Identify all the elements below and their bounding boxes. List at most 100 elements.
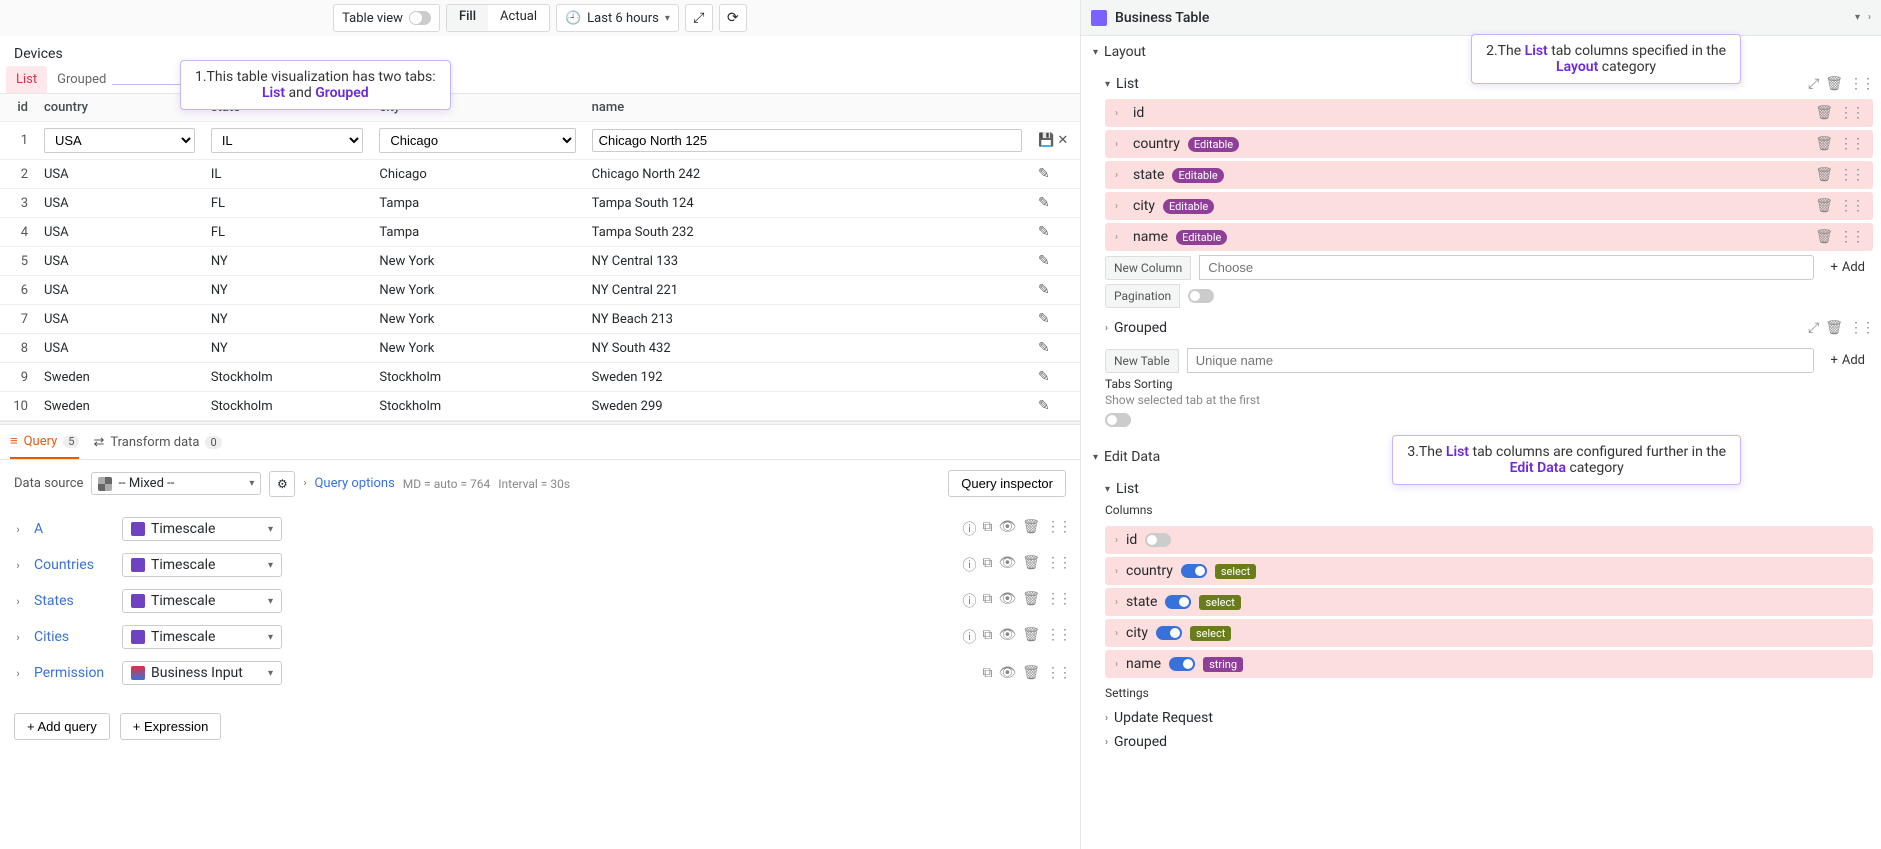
add-expression-button[interactable]: + Expression [120, 713, 222, 740]
chevron-down-icon[interactable]: ▾ [1855, 12, 1860, 23]
layout-grouped-head[interactable]: › Grouped ⤢ 🗑 ⋮⋮ [1105, 316, 1873, 340]
layout-column-row[interactable]: › id 🗑 ⋮⋮ [1105, 99, 1873, 127]
layout-column-row[interactable]: › state Editable 🗑 ⋮⋮ [1105, 161, 1873, 189]
col-toggle[interactable] [1165, 595, 1191, 609]
edit-icon[interactable]: ✎ [1038, 282, 1050, 298]
tabsort-toggle[interactable] [1105, 413, 1131, 427]
expand-icon[interactable]: ⤢ [1808, 76, 1819, 92]
drag-icon[interactable]: ⋮⋮ [1839, 105, 1863, 121]
eye-icon[interactable]: 👁 [998, 627, 1016, 647]
copy-icon[interactable]: ⧉ [982, 627, 992, 647]
update-request-row[interactable]: › Update Request [1105, 706, 1873, 730]
editdata-column-row[interactable]: › state select [1105, 588, 1873, 616]
drag-icon[interactable]: ⋮⋮ [1046, 627, 1070, 647]
drag-icon[interactable]: ⋮⋮ [1046, 555, 1070, 575]
query-name[interactable]: Cities [34, 629, 114, 645]
copy-icon[interactable]: ⧉ [982, 591, 992, 611]
col-toggle[interactable] [1181, 564, 1207, 578]
drag-icon[interactable]: ⋮⋮ [1839, 229, 1863, 245]
col-toggle[interactable] [1156, 626, 1182, 640]
fill-button[interactable]: Fill [447, 5, 488, 31]
query-ds-select[interactable]: Timescale▾ [122, 589, 282, 613]
edit-icon[interactable]: ✎ [1038, 311, 1050, 327]
query-name[interactable]: A [34, 521, 114, 537]
tab-list[interactable]: List [6, 66, 47, 93]
trash-icon[interactable]: 🗑 [1815, 229, 1833, 245]
add-query-button[interactable]: + Add query [14, 713, 110, 740]
info-icon[interactable]: ⓘ [962, 591, 976, 611]
drag-icon[interactable]: ⋮⋮ [1046, 519, 1070, 539]
editdata-column-row[interactable]: › country select [1105, 557, 1873, 585]
edit-icon[interactable]: ✎ [1038, 166, 1050, 182]
chevron-right-icon[interactable]: › [10, 523, 26, 536]
tab-grouped[interactable]: Grouped [47, 66, 116, 93]
chevron-right-icon[interactable]: › [10, 631, 26, 644]
layout-column-row[interactable]: › city Editable 🗑 ⋮⋮ [1105, 192, 1873, 220]
editdata-column-row[interactable]: › id [1105, 526, 1873, 554]
edit-icon[interactable]: ✎ [1038, 253, 1050, 269]
edit-icon[interactable]: ✎ [1038, 195, 1050, 211]
info-icon[interactable]: ⓘ [962, 519, 976, 539]
query-name[interactable]: Countries [34, 557, 114, 573]
trash-icon[interactable]: 🗑 [1022, 627, 1040, 647]
expand-icon[interactable]: ⤢ [1808, 320, 1819, 336]
edit-icon[interactable]: ✎ [1038, 398, 1050, 414]
newcol-input[interactable] [1199, 255, 1814, 280]
info-icon[interactable]: ⓘ [962, 555, 976, 575]
trash-icon[interactable]: 🗑 [1022, 591, 1040, 611]
newtable-input[interactable] [1187, 348, 1815, 373]
trash-icon[interactable]: 🗑 [1022, 555, 1040, 575]
city-select[interactable]: Chicago [379, 128, 575, 153]
chevron-right-icon[interactable]: › [10, 595, 26, 608]
zoom-out-button[interactable]: ⤢ [685, 4, 713, 32]
query-name[interactable]: Permission [34, 665, 114, 681]
add-table-button[interactable]: + Add [1822, 349, 1873, 372]
col-country[interactable]: country [36, 94, 203, 122]
delete-icon[interactable]: 🗑 [1825, 76, 1843, 92]
query-name[interactable]: States [34, 593, 114, 609]
editdata-column-row[interactable]: › name string [1105, 650, 1873, 678]
delete-icon[interactable]: 🗑 [1825, 320, 1843, 336]
query-options-link[interactable]: Query options [314, 476, 394, 491]
state-select[interactable]: IL [211, 128, 364, 153]
col-name[interactable]: name [584, 94, 1030, 122]
drag-icon[interactable]: ⋮⋮ [1046, 665, 1070, 681]
trash-icon[interactable]: 🗑 [1815, 198, 1833, 214]
editdata-grouped-row[interactable]: › Grouped [1105, 730, 1873, 754]
cancel-icon[interactable]: ✕ [1057, 133, 1068, 148]
drag-icon[interactable]: ⋮⋮ [1046, 591, 1070, 611]
layout-column-row[interactable]: › country Editable 🗑 ⋮⋮ [1105, 130, 1873, 158]
tab-transform[interactable]: ⇄ Transform data 0 [93, 425, 221, 459]
refresh-button[interactable]: ⟳ [719, 4, 747, 32]
info-icon[interactable]: ⓘ [962, 627, 976, 647]
name-input[interactable] [592, 129, 1022, 152]
query-ds-select[interactable]: Timescale▾ [122, 553, 282, 577]
drag-icon[interactable]: ⋮⋮ [1839, 136, 1863, 152]
tab-query[interactable]: ≡ Query 5 [10, 425, 79, 459]
drag-icon[interactable]: ⋮⋮ [1849, 320, 1873, 336]
trash-icon[interactable]: 🗑 [1022, 665, 1040, 681]
copy-icon[interactable]: ⧉ [982, 519, 992, 539]
chevron-right-icon[interactable]: › [10, 667, 26, 680]
drag-icon[interactable]: ⋮⋮ [1839, 198, 1863, 214]
query-ds-select[interactable]: Business Input▾ [122, 661, 282, 685]
col-toggle[interactable] [1145, 533, 1171, 547]
editdata-column-row[interactable]: › city select [1105, 619, 1873, 647]
eye-icon[interactable]: 👁 [998, 665, 1016, 681]
ds-settings-button[interactable]: ⚙ [269, 471, 295, 497]
trash-icon[interactable]: 🗑 [1022, 519, 1040, 539]
actual-button[interactable]: Actual [488, 5, 549, 31]
time-range-picker[interactable]: 🕘 Last 6 hours ▾ [556, 4, 679, 32]
copy-icon[interactable]: ⧉ [982, 555, 992, 575]
country-select[interactable]: USA [44, 128, 195, 153]
query-ds-select[interactable]: Timescale▾ [122, 625, 282, 649]
edit-icon[interactable]: ✎ [1038, 369, 1050, 385]
query-inspector-button[interactable]: Query inspector [948, 470, 1066, 497]
eye-icon[interactable]: 👁 [998, 555, 1016, 575]
layout-column-row[interactable]: › name Editable 🗑 ⋮⋮ [1105, 223, 1873, 251]
col-id[interactable]: id [0, 94, 36, 122]
eye-icon[interactable]: 👁 [998, 591, 1016, 611]
col-toggle[interactable] [1169, 657, 1195, 671]
trash-icon[interactable]: 🗑 [1815, 136, 1833, 152]
drag-icon[interactable]: ⋮⋮ [1839, 167, 1863, 183]
